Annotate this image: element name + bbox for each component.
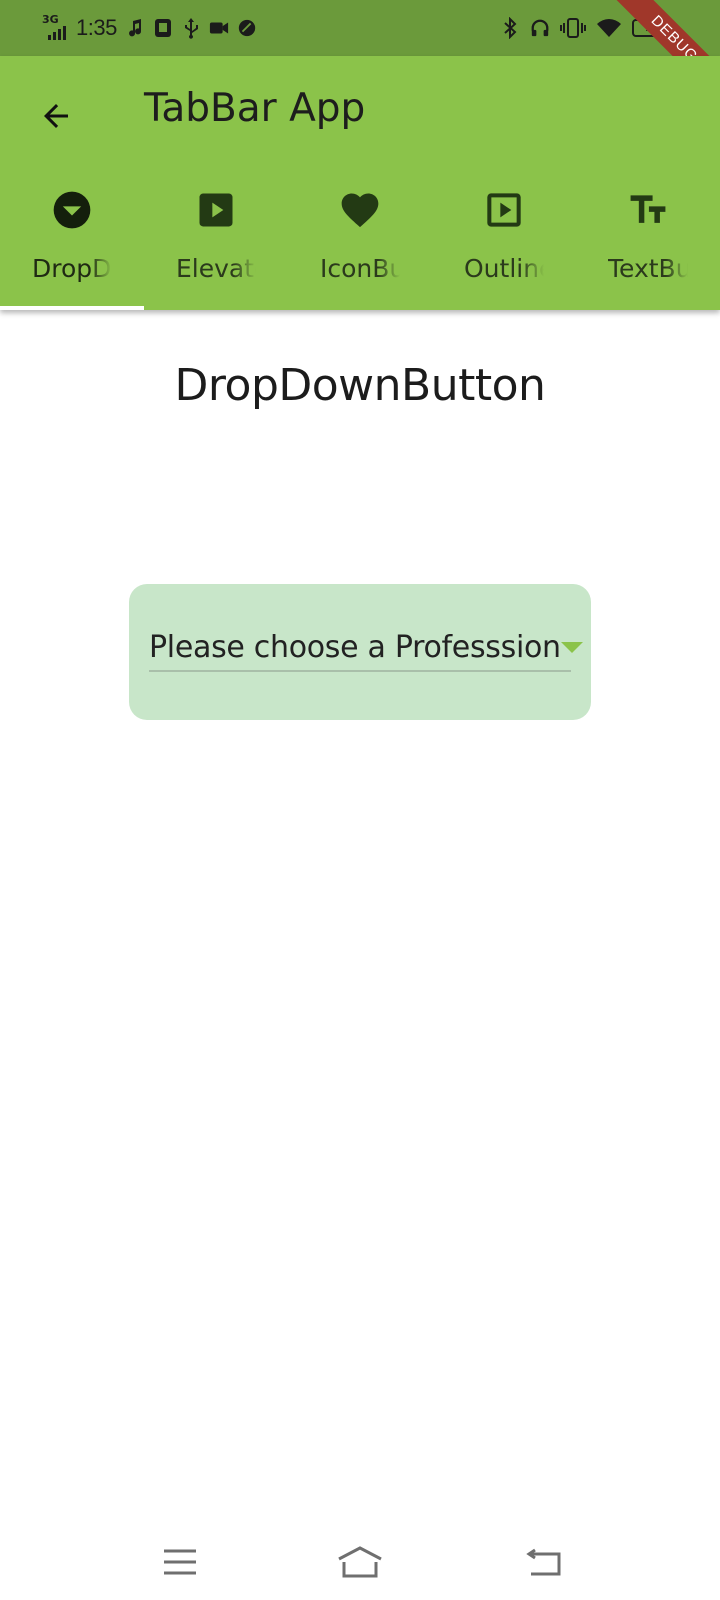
network-type: 3G	[42, 13, 59, 26]
dropdown-hint: Please choose a Professsion	[149, 629, 561, 665]
tab-dropdownbutton[interactable]: DropDownButton	[0, 174, 144, 310]
system-nav-bar	[0, 1530, 720, 1600]
tab-label: ElevatedButton	[176, 254, 256, 283]
usb-icon	[184, 18, 198, 39]
tab-label: DropDownButton	[32, 254, 112, 283]
favorite-icon	[341, 193, 379, 228]
music-note-icon	[128, 19, 141, 37]
app-title: TabBar App	[144, 86, 366, 131]
tab-outlinedbutton[interactable]: OutlinedButton	[432, 174, 576, 310]
signal-icon: 3G	[42, 13, 68, 40]
wifi-icon	[597, 19, 621, 37]
profession-dropdown[interactable]: Please choose a Professsion	[149, 624, 583, 672]
app-bar: TabBar App DropDownButton ElevatedButton…	[0, 56, 720, 310]
slideshow-icon	[199, 193, 233, 227]
status-bar: 3G 1:35 71 DEBUG	[0, 0, 720, 56]
tab-iconbutton[interactable]: IconButton	[288, 174, 432, 310]
headphones-icon	[531, 19, 549, 37]
dropdown-container: Please choose a Professsion	[129, 584, 591, 720]
page-title: DropDownButton	[174, 360, 546, 411]
tab-label: TextButton	[608, 254, 688, 283]
bluetooth-icon	[504, 17, 517, 39]
slideshow-outlined-icon	[487, 193, 521, 227]
sd-card-icon	[154, 19, 171, 37]
leaf-icon	[238, 19, 256, 37]
menu-icon	[164, 1549, 196, 1575]
tab-elevatedbutton[interactable]: ElevatedButton	[144, 174, 288, 310]
recent-apps-button[interactable]	[150, 1542, 210, 1582]
vibrate-icon	[560, 18, 586, 38]
tab-label: OutlinedButton	[464, 254, 544, 283]
back-nav-button[interactable]	[515, 1542, 575, 1582]
status-left: 3G 1:35	[42, 13, 257, 42]
arrow-drop-down-icon	[560, 641, 583, 653]
home-button[interactable]	[330, 1542, 390, 1582]
back-button[interactable]	[30, 90, 82, 142]
back-icon	[526, 1548, 561, 1576]
tab-bar: DropDownButton ElevatedButton IconButton…	[0, 174, 720, 310]
tab-label: IconButton	[320, 254, 400, 283]
status-time: 1:35	[76, 15, 117, 40]
arrow-back-icon	[44, 104, 68, 128]
home-icon	[338, 1546, 382, 1578]
arrow-drop-down-circle-icon	[53, 191, 91, 229]
tab-indicator	[0, 306, 144, 310]
video-camera-icon	[209, 22, 228, 34]
tab-textbutton[interactable]: TextButton	[576, 174, 720, 310]
text-fields-icon	[630, 195, 666, 223]
